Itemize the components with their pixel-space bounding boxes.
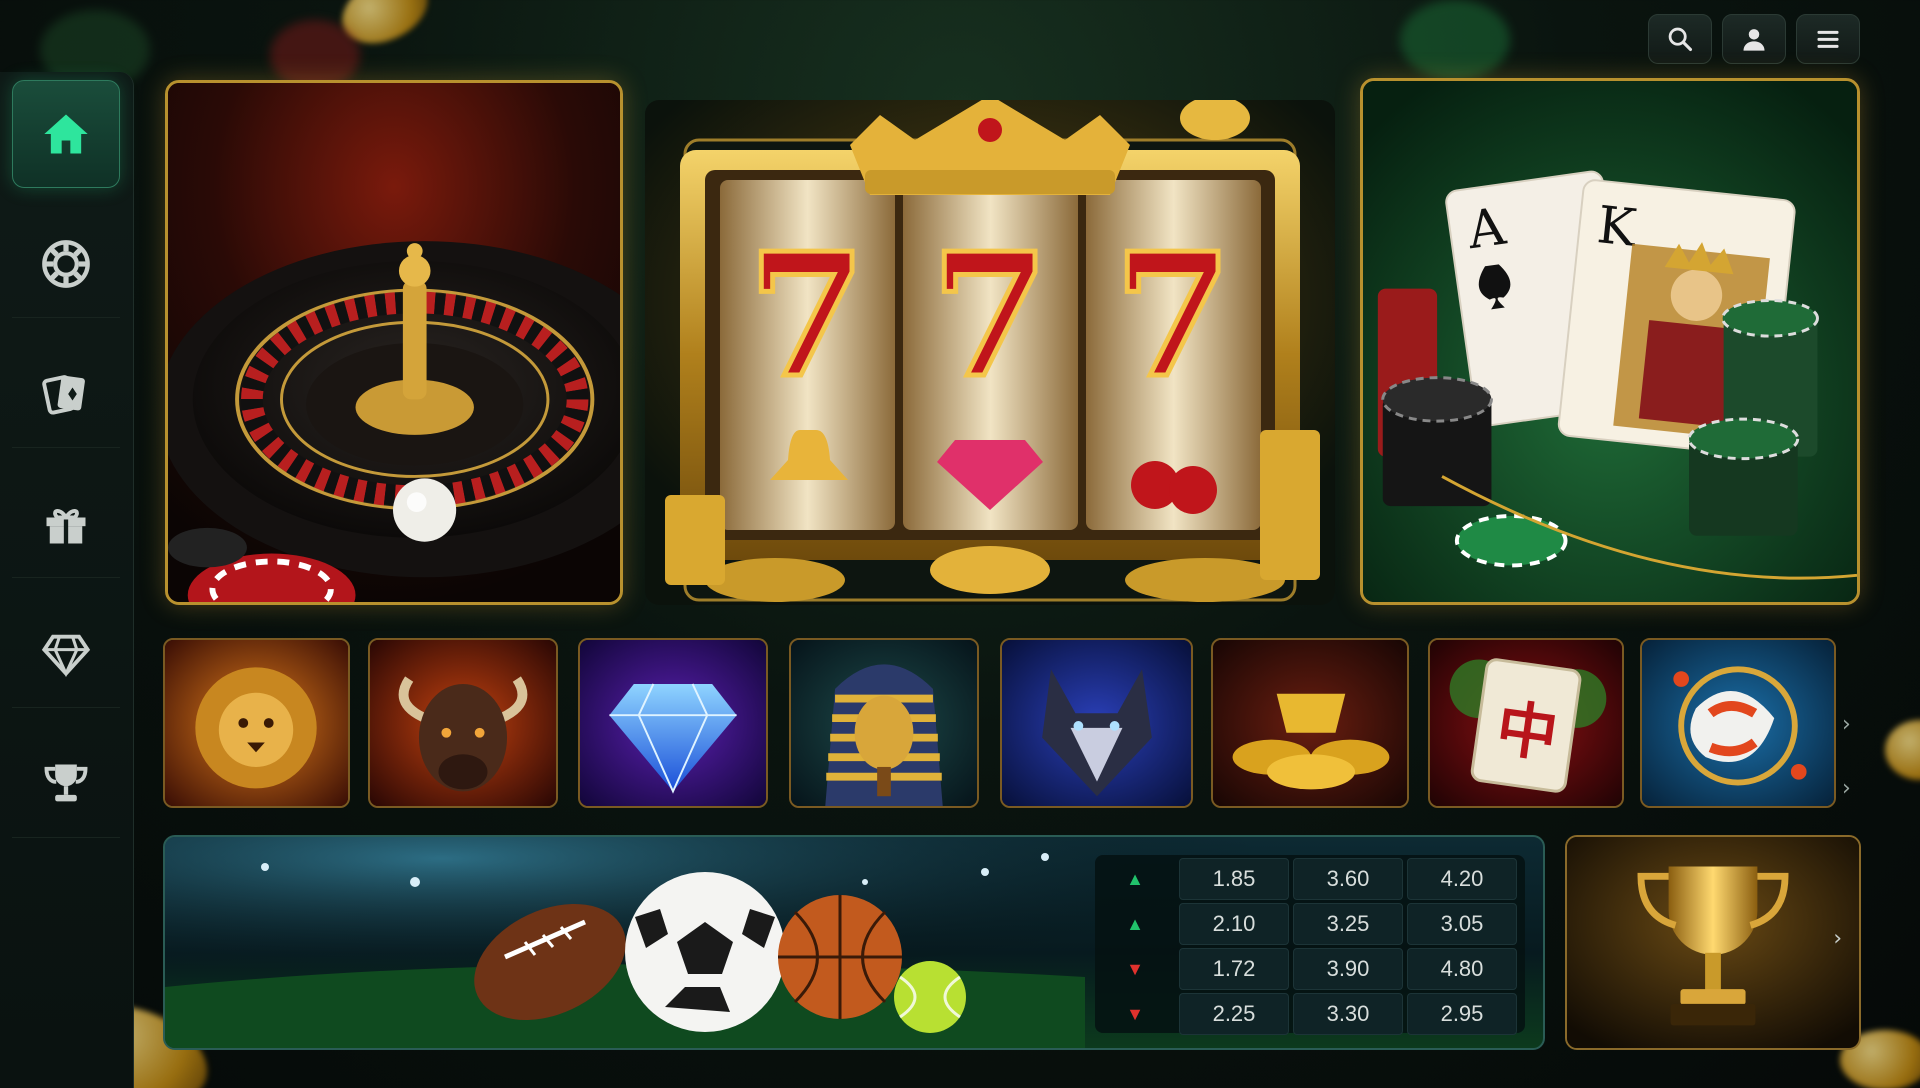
playing-cards-icon	[42, 374, 85, 415]
lion-icon	[165, 640, 348, 806]
sidebar-item-promotions[interactable]	[12, 470, 120, 578]
hero-poker-cards-card[interactable]: A K	[1360, 78, 1860, 605]
game-tile-mahjong[interactable]: 中	[1428, 638, 1624, 808]
odds-cell[interactable]: 1.72	[1179, 948, 1289, 990]
scroll-right-indicator[interactable]: ›	[1842, 712, 1851, 737]
mahjong-glyph: 中	[1492, 694, 1562, 772]
gold-ingots-icon	[1213, 640, 1407, 806]
reel-symbol-1: 7	[748, 216, 866, 416]
koi-fish-icon	[1642, 640, 1834, 806]
trophy-icon	[44, 764, 88, 801]
sports-betting-banner[interactable]: ▲ 1.85 3.60 4.20 ▲ 2.10 3.25 3.05 ▼ 1.72…	[163, 835, 1545, 1050]
menu-button[interactable]	[1796, 14, 1860, 64]
trend-down-icon: ▼	[1126, 958, 1144, 979]
odds-cell[interactable]: 3.30	[1293, 993, 1403, 1035]
reel-symbol-2: 7	[931, 216, 1049, 416]
background-chip	[1400, 0, 1510, 80]
mahjong-tile-icon: 中	[1430, 640, 1622, 806]
account-button[interactable]	[1722, 14, 1786, 64]
game-tile-wolf[interactable]	[1000, 638, 1193, 808]
top-actions	[1648, 14, 1860, 64]
gift-icon	[46, 508, 86, 543]
search-icon	[1668, 27, 1693, 52]
buffalo-icon	[370, 640, 556, 806]
odds-row[interactable]: ▲ 2.10 3.25 3.05	[1095, 903, 1525, 945]
user-icon	[1743, 29, 1765, 51]
odds-table: ▲ 1.85 3.60 4.20 ▲ 2.10 3.25 3.05 ▼ 1.72…	[1095, 855, 1525, 1035]
odds-cell[interactable]: 2.25	[1179, 993, 1289, 1035]
odds-cell[interactable]: 4.20	[1407, 858, 1517, 900]
trend-up-icon: ▲	[1126, 868, 1144, 889]
game-tile-pharaoh[interactable]	[789, 638, 979, 808]
hero-slot-machine-card[interactable]: 7 7 7	[645, 100, 1335, 605]
sidebar	[0, 72, 134, 1088]
odds-cell[interactable]: 1.85	[1179, 858, 1289, 900]
poker-table-illustration: A K	[1363, 81, 1857, 602]
scroll-right-indicator[interactable]: ›	[1842, 776, 1851, 801]
odds-cell[interactable]: 3.90	[1293, 948, 1403, 990]
hamburger-menu-icon	[1817, 30, 1839, 48]
odds-cell[interactable]: 4.80	[1407, 948, 1517, 990]
hero-roulette-card[interactable]	[165, 80, 623, 605]
odds-cell[interactable]: 2.95	[1407, 993, 1517, 1035]
sidebar-item-tournaments[interactable]	[12, 730, 120, 838]
wolf-icon	[1002, 640, 1191, 806]
next-arrow-icon[interactable]: ›	[1833, 926, 1842, 951]
sidebar-item-cards[interactable]	[12, 340, 120, 448]
odds-row[interactable]: ▲ 1.85 3.60 4.20	[1095, 858, 1525, 900]
odds-cell[interactable]: 2.10	[1179, 903, 1289, 945]
trend-down-icon: ▼	[1126, 1003, 1144, 1024]
diamond-icon	[41, 634, 91, 677]
odds-cell[interactable]: 3.60	[1293, 858, 1403, 900]
game-tile-diamond[interactable]	[578, 638, 768, 808]
background-coin	[1885, 720, 1920, 780]
game-tile-lion[interactable]	[163, 638, 350, 808]
sidebar-item-home[interactable]	[12, 80, 120, 188]
odds-row[interactable]: ▼ 1.72 3.90 4.80	[1095, 948, 1525, 990]
home-icon	[44, 114, 88, 154]
game-tile-gold-ingots[interactable]	[1211, 638, 1409, 808]
casino-chip-icon	[42, 239, 90, 288]
sidebar-item-casino[interactable]	[12, 210, 120, 318]
odds-cell[interactable]: 3.25	[1293, 903, 1403, 945]
reel-symbol-3: 7	[1114, 216, 1232, 416]
game-tile-buffalo[interactable]	[368, 638, 558, 808]
odds-cell[interactable]: 3.05	[1407, 903, 1517, 945]
slot-machine-illustration: 7 7 7	[645, 100, 1335, 605]
golden-trophy-illustration: ›	[1567, 837, 1859, 1048]
trend-up-icon: ▲	[1126, 913, 1144, 934]
odds-row[interactable]: ▼ 2.25 3.30 2.95	[1095, 993, 1525, 1035]
blue-diamond-icon	[580, 640, 766, 806]
sidebar-item-vip[interactable]	[12, 600, 120, 708]
roulette-wheel-illustration	[168, 83, 620, 602]
search-button[interactable]	[1648, 14, 1712, 64]
tournament-trophy-card[interactable]: ›	[1565, 835, 1861, 1050]
game-tile-koi[interactable]	[1640, 638, 1836, 808]
pharaoh-icon	[791, 640, 977, 806]
